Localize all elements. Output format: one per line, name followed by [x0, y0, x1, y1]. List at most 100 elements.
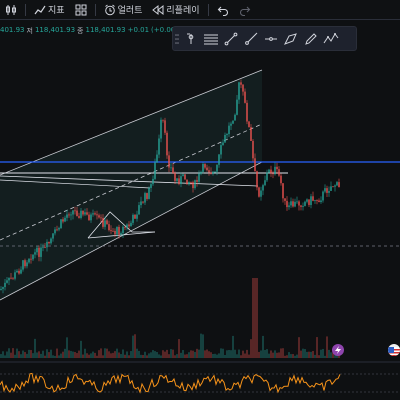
channel-icon[interactable]	[201, 27, 221, 50]
indicators-button[interactable]: 지표	[29, 0, 70, 20]
alert-label: 얼러트	[117, 6, 143, 16]
layout-button[interactable]	[70, 0, 92, 20]
undo-icon	[217, 6, 228, 16]
candle-body	[132, 214, 134, 223]
candle-body	[142, 201, 144, 203]
volume-bar	[282, 348, 284, 358]
candle-body	[224, 134, 226, 143]
lightning-icon[interactable]	[332, 344, 344, 356]
candle-body	[172, 167, 174, 174]
candle-body	[312, 196, 314, 201]
candle-body	[252, 140, 254, 159]
candle-body	[8, 277, 10, 281]
volume-bar	[128, 355, 130, 358]
volume-bar	[124, 354, 126, 358]
candle-body	[282, 183, 284, 199]
volume-bar	[136, 348, 138, 358]
candle-body	[102, 218, 104, 227]
us-flag-icon[interactable]	[388, 344, 400, 356]
candle-body	[336, 182, 338, 186]
candle-body	[18, 270, 20, 274]
candle-body	[76, 210, 78, 217]
volume-bar	[170, 349, 172, 358]
candle-body	[228, 125, 230, 135]
volume-bar	[18, 351, 20, 358]
candle-body	[116, 226, 118, 235]
candle-body	[182, 174, 184, 177]
low-label: 저	[26, 27, 33, 35]
candle-body	[166, 132, 168, 156]
volume-bar	[280, 348, 282, 358]
volume-bar	[110, 353, 112, 358]
candle-body	[26, 262, 28, 267]
toolbar-divider	[207, 3, 209, 16]
volume-bar	[224, 355, 226, 358]
volume-bar	[260, 350, 262, 358]
volume-bar	[50, 349, 52, 358]
candle-body	[184, 174, 186, 180]
candle-body	[38, 247, 40, 257]
candle-body	[276, 166, 278, 170]
candle-body	[28, 258, 30, 263]
candle-body	[88, 214, 90, 221]
candle-body	[246, 102, 248, 122]
pencil-icon[interactable]	[301, 27, 321, 50]
candle-body	[226, 134, 228, 135]
alarm-clock-icon	[104, 4, 115, 15]
candle-body	[186, 179, 188, 185]
volume-bar	[82, 354, 84, 358]
candle-body	[240, 82, 242, 85]
candle-body	[274, 166, 276, 175]
trendline-icon[interactable]	[221, 27, 241, 50]
volume-bar	[22, 350, 24, 358]
volume-bar	[80, 340, 82, 358]
candle-body	[74, 210, 76, 212]
pin-icon[interactable]	[181, 27, 201, 50]
volume-bar	[148, 353, 150, 358]
pattern-icon[interactable]	[321, 27, 341, 50]
volume-bar	[204, 350, 206, 358]
candle-body	[254, 158, 256, 172]
horizontal-line-icon[interactable]	[261, 27, 281, 50]
redo-button[interactable]	[234, 0, 256, 20]
candle-body	[162, 119, 164, 121]
drawing-toggle-button[interactable]	[0, 0, 22, 20]
volume-bar	[34, 338, 36, 358]
ray-icon[interactable]	[241, 27, 261, 50]
volume-bar	[116, 348, 118, 358]
brush-icon[interactable]	[281, 27, 301, 50]
candle-body	[90, 214, 92, 221]
volume-bar	[206, 349, 208, 358]
grid-layout-icon	[75, 4, 87, 15]
alert-button[interactable]: 얼러트	[99, 0, 148, 20]
volume-bar	[162, 350, 164, 358]
candle-body	[134, 214, 136, 219]
candle-body	[218, 154, 220, 165]
candle-body	[94, 213, 96, 215]
volume-bar	[66, 337, 68, 358]
volume-bar	[256, 278, 258, 358]
candle-body	[306, 199, 308, 202]
volume-bar	[30, 350, 32, 358]
candle-body	[70, 214, 72, 216]
replay-button[interactable]: 리플레이	[147, 0, 204, 20]
candle-body	[136, 214, 138, 219]
price-chart[interactable]	[0, 0, 400, 400]
volume-bar	[102, 355, 104, 358]
volume-bar	[286, 355, 288, 358]
volume-bar	[138, 350, 140, 358]
candle-body	[154, 162, 156, 179]
volume-bar	[24, 352, 26, 358]
candle-body	[338, 182, 340, 188]
volume-bar	[26, 353, 28, 358]
grip-icon[interactable]	[173, 27, 181, 50]
volume-bar	[246, 349, 248, 358]
candle-body	[244, 91, 246, 103]
undo-button[interactable]	[212, 0, 234, 20]
volume-bar	[0, 354, 2, 358]
candle-body	[264, 180, 266, 186]
candle-body	[220, 145, 222, 155]
volume-bar	[96, 355, 98, 358]
candle-body	[206, 167, 208, 171]
candle-body	[202, 164, 204, 172]
